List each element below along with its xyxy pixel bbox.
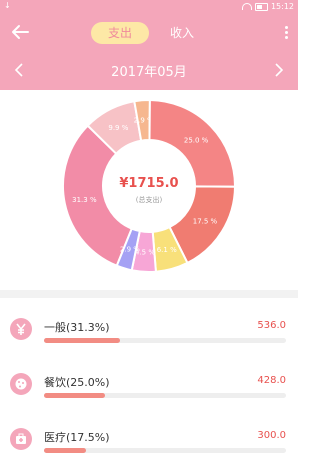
category-amount: 300.0: [257, 430, 286, 441]
total-label: (总支出): [135, 196, 163, 204]
medical-kit-icon: [10, 428, 32, 450]
wifi-icon: [241, 3, 252, 10]
download-indicator: ↓: [4, 1, 11, 10]
date-row: 2017年05月: [0, 58, 298, 82]
header: 支出 收入 2017年05月: [0, 14, 298, 90]
progress-track: [44, 338, 286, 343]
donut-chart: 31.3 % 9.9 % 2.9 % 25.0 % 17.5 % 6.1 % 4.5 % 2.…: [0, 90, 298, 290]
list-item[interactable]: 医疗(17.5%) 300.0: [0, 408, 298, 463]
category-amount: 536.0: [257, 320, 286, 331]
section-divider: [0, 290, 298, 298]
list-item[interactable]: 餐饮(25.0%) 428.0: [0, 353, 298, 408]
slice-label: 9.9 %: [108, 124, 128, 132]
status-bar: ↓ 15:12: [0, 0, 298, 14]
category-list: 一般(31.3%) 536.0 餐饮(25.0%) 428.0 医疗(17.5%…: [0, 298, 298, 463]
more-menu-icon[interactable]: [285, 26, 289, 40]
progress-track: [44, 448, 286, 453]
back-arrow-icon[interactable]: [10, 23, 30, 41]
cookie-icon: [10, 373, 32, 395]
slice-label: 25.0 %: [184, 136, 209, 144]
slice-label: 2.9 %: [120, 246, 140, 254]
slice-label: 31.3 %: [72, 196, 97, 204]
tab-expense[interactable]: 支出: [91, 22, 149, 44]
category-label: 餐饮(25.0%): [44, 376, 110, 389]
tab-income[interactable]: 收入: [153, 22, 211, 44]
slice-label: 17.5 %: [193, 217, 218, 225]
month-label: 2017年05月: [111, 65, 187, 80]
slice-label: 6.1 %: [157, 246, 177, 254]
category-amount: 428.0: [257, 375, 286, 386]
progress-fill: [44, 338, 120, 343]
next-month-chevron-icon[interactable]: [272, 62, 286, 78]
progress-fill: [44, 448, 87, 453]
status-time: 15:12: [270, 2, 294, 11]
progress-fill: [44, 393, 105, 398]
list-item[interactable]: 一般(31.3%) 536.0: [0, 298, 298, 353]
progress-track: [44, 393, 286, 398]
status-icons: 15:12: [241, 2, 294, 11]
category-label: 医疗(17.5%): [44, 431, 110, 444]
type-tabs: 支出 收入: [91, 22, 211, 44]
battery-icon: [254, 2, 268, 11]
yen-icon: [10, 318, 32, 340]
category-label: 一般(31.3%): [44, 321, 110, 334]
total-amount: ¥1715.0: [119, 176, 179, 191]
